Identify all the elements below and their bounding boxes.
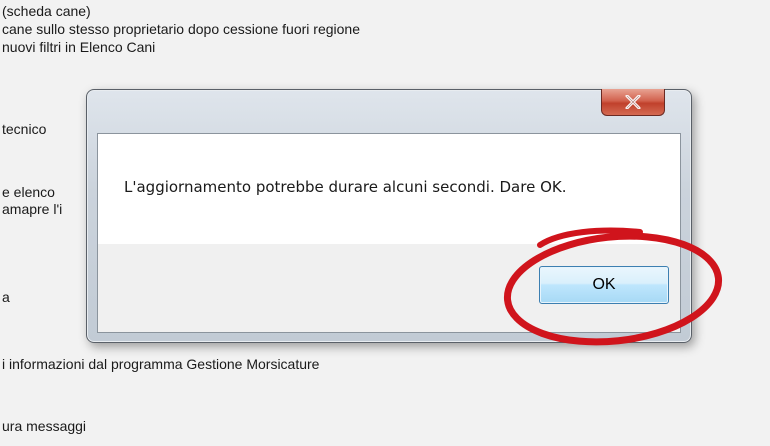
- bg-line-5: e elenco: [2, 184, 55, 200]
- close-button[interactable]: [601, 89, 665, 116]
- bg-line-1: (scheda cane): [2, 3, 91, 19]
- bg-line-9: ura messaggi: [2, 418, 87, 434]
- bg-line-7: a: [2, 289, 10, 305]
- bg-line-2: cane sullo stesso proprietario dopo cess…: [2, 21, 360, 37]
- bg-line-4: tecnico: [2, 121, 47, 137]
- bg-line-8: i informazioni dal programma Gestione Mo…: [2, 356, 320, 372]
- bg-line-6: amapre l'i: [2, 201, 63, 217]
- message-dialog: L'aggiornamento potrebbe durare alcuni s…: [86, 89, 692, 343]
- close-icon: [625, 95, 641, 109]
- dialog-content: L'aggiornamento potrebbe durare alcuni s…: [97, 133, 681, 333]
- message-area: L'aggiornamento potrebbe durare alcuni s…: [98, 134, 680, 244]
- dialog-message: L'aggiornamento potrebbe durare alcuni s…: [124, 178, 567, 196]
- bg-line-3: nuovi filtri in Elenco Cani: [2, 39, 156, 55]
- ok-button[interactable]: OK: [539, 266, 669, 304]
